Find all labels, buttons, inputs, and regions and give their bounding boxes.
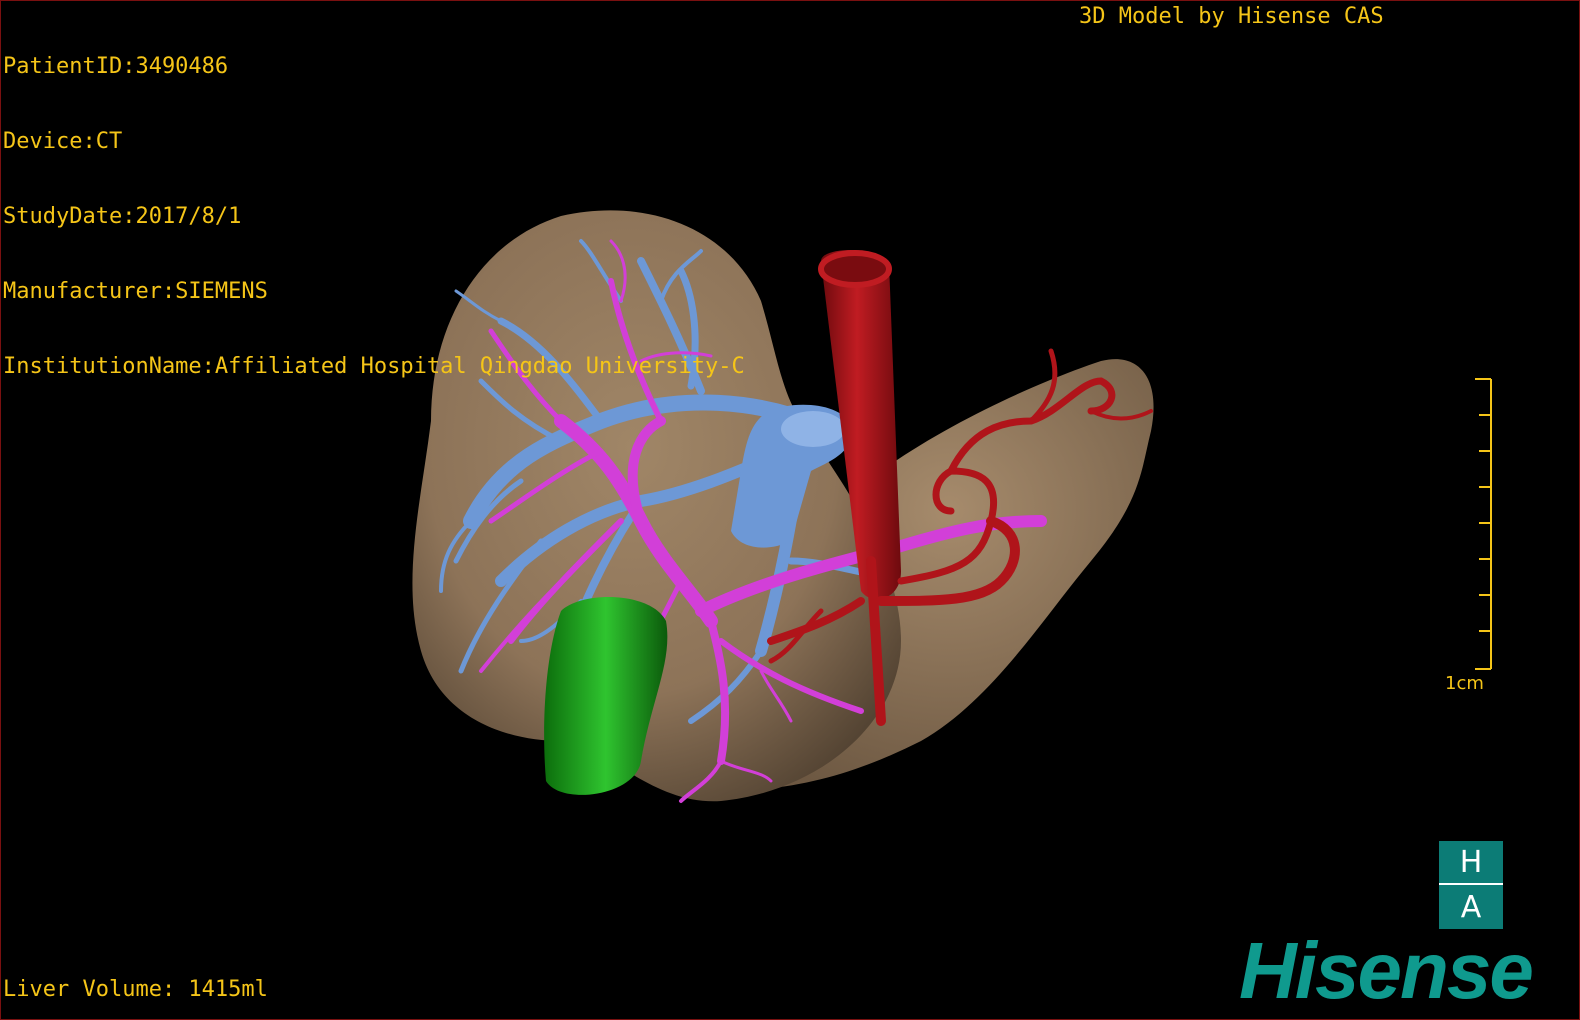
dicom-metadata: PatientID:3490486 Device:CT StudyDate:20… [3,4,745,429]
patient-id-text: PatientID:3490486 [3,54,229,79]
manufacturer-text: Manufacturer:SIEMENS [3,279,268,304]
hisense-logo: Hisense [1239,926,1534,1015]
institution-text: InstitutionName:Affiliated Hospital Qing… [3,354,745,379]
model-credit: 3D Model by Hisense CAS [1079,4,1384,29]
3d-viewport[interactable]: PatientID:3490486 Device:CT StudyDate:20… [0,0,1580,1020]
scale-bar [1475,378,1492,670]
ha-logo: H A [1439,841,1503,929]
scale-label: 1cm [1445,673,1484,694]
ivc-opening [781,411,845,447]
device-text: Device:CT [3,129,123,154]
aorta-opening [818,250,892,288]
ha-logo-h: H [1439,841,1503,885]
liver-volume-text: Liver Volume: 1415ml [3,977,268,1002]
ha-logo-a: A [1439,885,1503,929]
study-date-text: StudyDate:2017/8/1 [3,204,242,229]
